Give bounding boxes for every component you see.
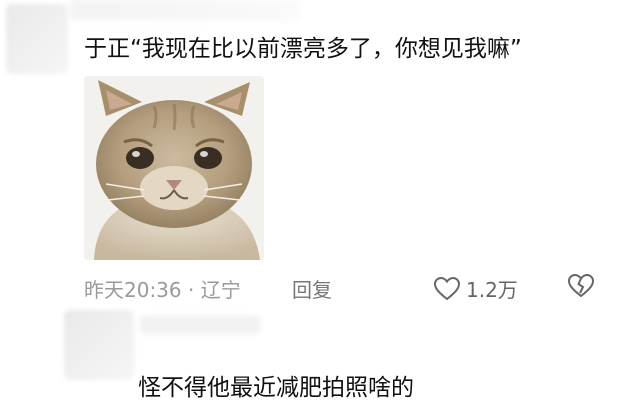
comment-text: 于正“我现在比以前漂亮多了，你想见我嘛” (84, 36, 522, 62)
comment-meta-row: 昨天20:36 · 辽宁 回复 1.2万 (84, 273, 604, 304)
blurred-header (70, 0, 300, 20)
dislike-button[interactable] (567, 273, 595, 303)
like-button[interactable]: 1.2万 (434, 274, 518, 303)
avatar[interactable] (64, 310, 134, 380)
reply-comment-text: 怪不得他最近减肥拍照啥的 (138, 375, 414, 401)
like-count: 1.2万 (466, 278, 518, 302)
sad-cat-sticker-image[interactable] (84, 76, 264, 260)
avatar[interactable] (6, 4, 68, 74)
reply-button[interactable]: 回复 (292, 274, 332, 303)
blurred-username (140, 316, 260, 334)
heart-outline-icon (434, 276, 460, 300)
broken-heart-icon (567, 273, 595, 298)
cat-illustration (84, 76, 264, 260)
comment-time-location: 昨天20:36 · 辽宁 (84, 278, 241, 302)
